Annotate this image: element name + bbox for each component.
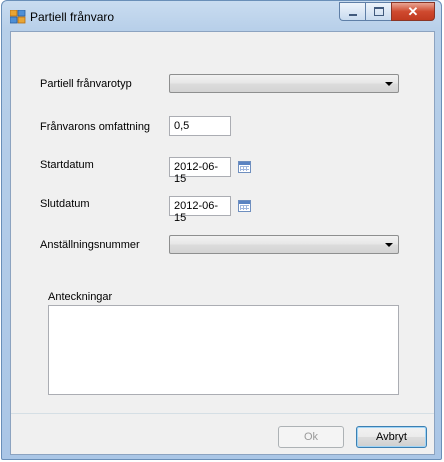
close-button[interactable]: ✕ [391,2,435,21]
employee-number-label: Anställningsnummer [40,239,140,251]
dialog-client-area: Partiell frånvarotyp Frånvarons omfattni… [10,31,435,455]
button-divider [11,413,434,414]
absence-type-label: Partiell frånvarotyp [40,78,132,90]
calendar-icon[interactable] [238,161,251,173]
extent-input[interactable]: 0,5 [169,116,231,136]
close-icon: ✕ [407,3,419,19]
employee-number-dropdown[interactable] [169,235,399,254]
calendar-icon[interactable] [238,200,251,212]
window-title: Partiell frånvaro [30,10,115,24]
start-date-label: Startdatum [40,159,94,171]
absence-type-dropdown[interactable] [169,74,399,93]
notes-textarea[interactable] [48,305,399,395]
caption-buttons: ✕ [339,2,435,22]
cancel-button[interactable]: Avbryt [356,426,427,448]
minimize-icon [348,13,357,16]
minimize-button[interactable] [339,2,365,21]
chevron-down-icon [385,82,393,86]
dialog-window: Partiell frånvaro ✕ Partiell frånvarotyp… [1,0,442,460]
app-icon [10,10,26,24]
extent-label: Frånvarons omfattning [40,121,151,133]
maximize-button[interactable] [365,2,391,21]
title-bar[interactable]: Partiell frånvaro ✕ [2,1,441,31]
chevron-down-icon [385,243,393,247]
notes-label: Anteckningar [48,291,113,303]
maximize-icon [373,7,384,16]
ok-button[interactable]: Ok [278,426,344,448]
end-date-label: Slutdatum [40,198,90,210]
end-date-input[interactable]: 2012-06-15 [169,196,231,224]
start-date-input[interactable]: 2012-06-15 [169,157,231,185]
